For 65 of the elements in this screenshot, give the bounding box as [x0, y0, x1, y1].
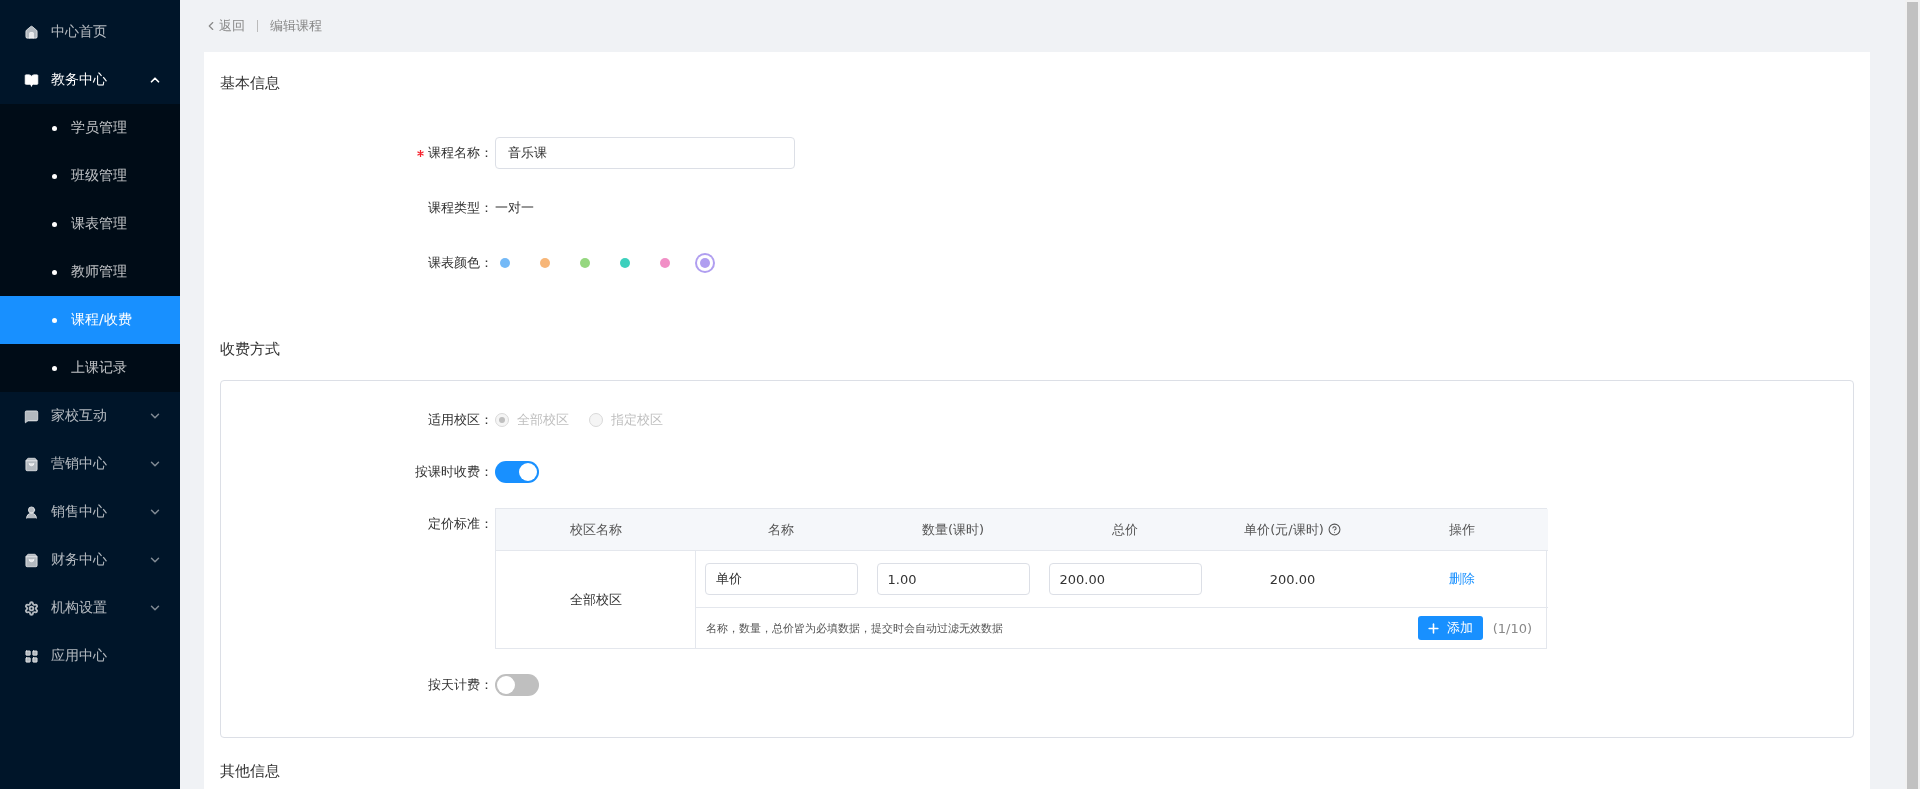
menu-item[interactable]: 财务中心: [0, 536, 180, 584]
bullet-icon: [52, 269, 57, 275]
total-field[interactable]: 200.00: [1048, 563, 1202, 595]
bag-icon: [24, 456, 39, 472]
menu-item[interactable]: 教务中心: [0, 56, 180, 104]
radio-label: 全部校区: [517, 411, 569, 429]
field-value: 一对一: [495, 199, 534, 217]
chat-icon: [24, 408, 39, 424]
color-option[interactable]: [660, 258, 670, 268]
section-title: 收费方式: [220, 339, 280, 360]
home-icon: [24, 24, 39, 40]
field-label: 按天计费：: [428, 676, 493, 694]
submenu-item[interactable]: 上课记录: [0, 344, 180, 392]
color-option[interactable]: [540, 258, 550, 268]
scrollbar[interactable]: [1905, 0, 1920, 789]
field-label: 适用校区：: [428, 411, 493, 429]
hint-text: 名称，数量，总价皆为必填数据，提交时会自动过滤无效数据: [706, 620, 1004, 636]
menu-item[interactable]: 机构设置: [0, 584, 180, 632]
column-header: 操作: [1375, 509, 1548, 551]
section-title: 其他信息: [220, 761, 280, 782]
menu-item[interactable]: 家校互动: [0, 392, 180, 440]
table-cell: 200.00: [1210, 551, 1375, 608]
name-field[interactable]: 单价: [704, 563, 858, 595]
color-option[interactable]: [620, 258, 630, 268]
field-label: 课程类型：: [428, 199, 493, 217]
column-header: 单价(元/课时): [1210, 509, 1375, 551]
help-icon[interactable]: [1327, 523, 1341, 536]
bullet-icon: [52, 125, 57, 131]
column-header: 数量(课时): [866, 509, 1040, 551]
section-title: 基本信息: [220, 73, 280, 94]
menu-item[interactable]: 应用中心: [0, 632, 180, 680]
submenu-item[interactable]: 学员管理: [0, 104, 180, 152]
field-label: 课表颜色：: [428, 254, 493, 272]
page-title: 编辑课程: [270, 17, 322, 35]
column-header: 名称: [696, 509, 866, 551]
color-option[interactable]: [500, 258, 510, 268]
grid-icon: [24, 648, 39, 664]
submenu-item[interactable]: 教师管理: [0, 248, 180, 296]
color-option[interactable]: [580, 258, 590, 268]
bullet-icon: [52, 221, 57, 227]
bag-icon: [24, 552, 39, 568]
column-header: 校区名称: [496, 509, 696, 551]
menu-item[interactable]: 中心首页: [0, 8, 180, 56]
column-header: 总价: [1040, 509, 1210, 551]
course-name-field[interactable]: 音乐课: [495, 137, 795, 169]
bullet-icon: [52, 173, 57, 179]
row-count: (1/10): [1492, 620, 1532, 636]
submenu-item[interactable]: 班级管理: [0, 152, 180, 200]
plus-icon: [1425, 620, 1441, 636]
quantity-field[interactable]: 1.00: [876, 563, 1030, 595]
book-icon: [24, 72, 39, 88]
menu-item[interactable]: 营销中心: [0, 440, 180, 488]
menu-item[interactable]: 销售中心: [0, 488, 180, 536]
toggle-switch[interactable]: [495, 674, 539, 696]
field-label: 课程名称：: [428, 144, 493, 162]
person-icon: [24, 504, 39, 520]
field-label: 按课时收费：: [415, 463, 493, 481]
bullet-icon: [52, 365, 57, 371]
submenu-item[interactable]: 课表管理: [0, 200, 180, 248]
field-label: 定价标准：: [428, 515, 493, 533]
settings-icon: [24, 600, 39, 616]
toggle-switch[interactable]: [495, 461, 539, 483]
bullet-icon: [52, 317, 57, 323]
radio-label: 指定校区: [611, 411, 663, 429]
table-cell: 全部校区: [496, 551, 696, 648]
